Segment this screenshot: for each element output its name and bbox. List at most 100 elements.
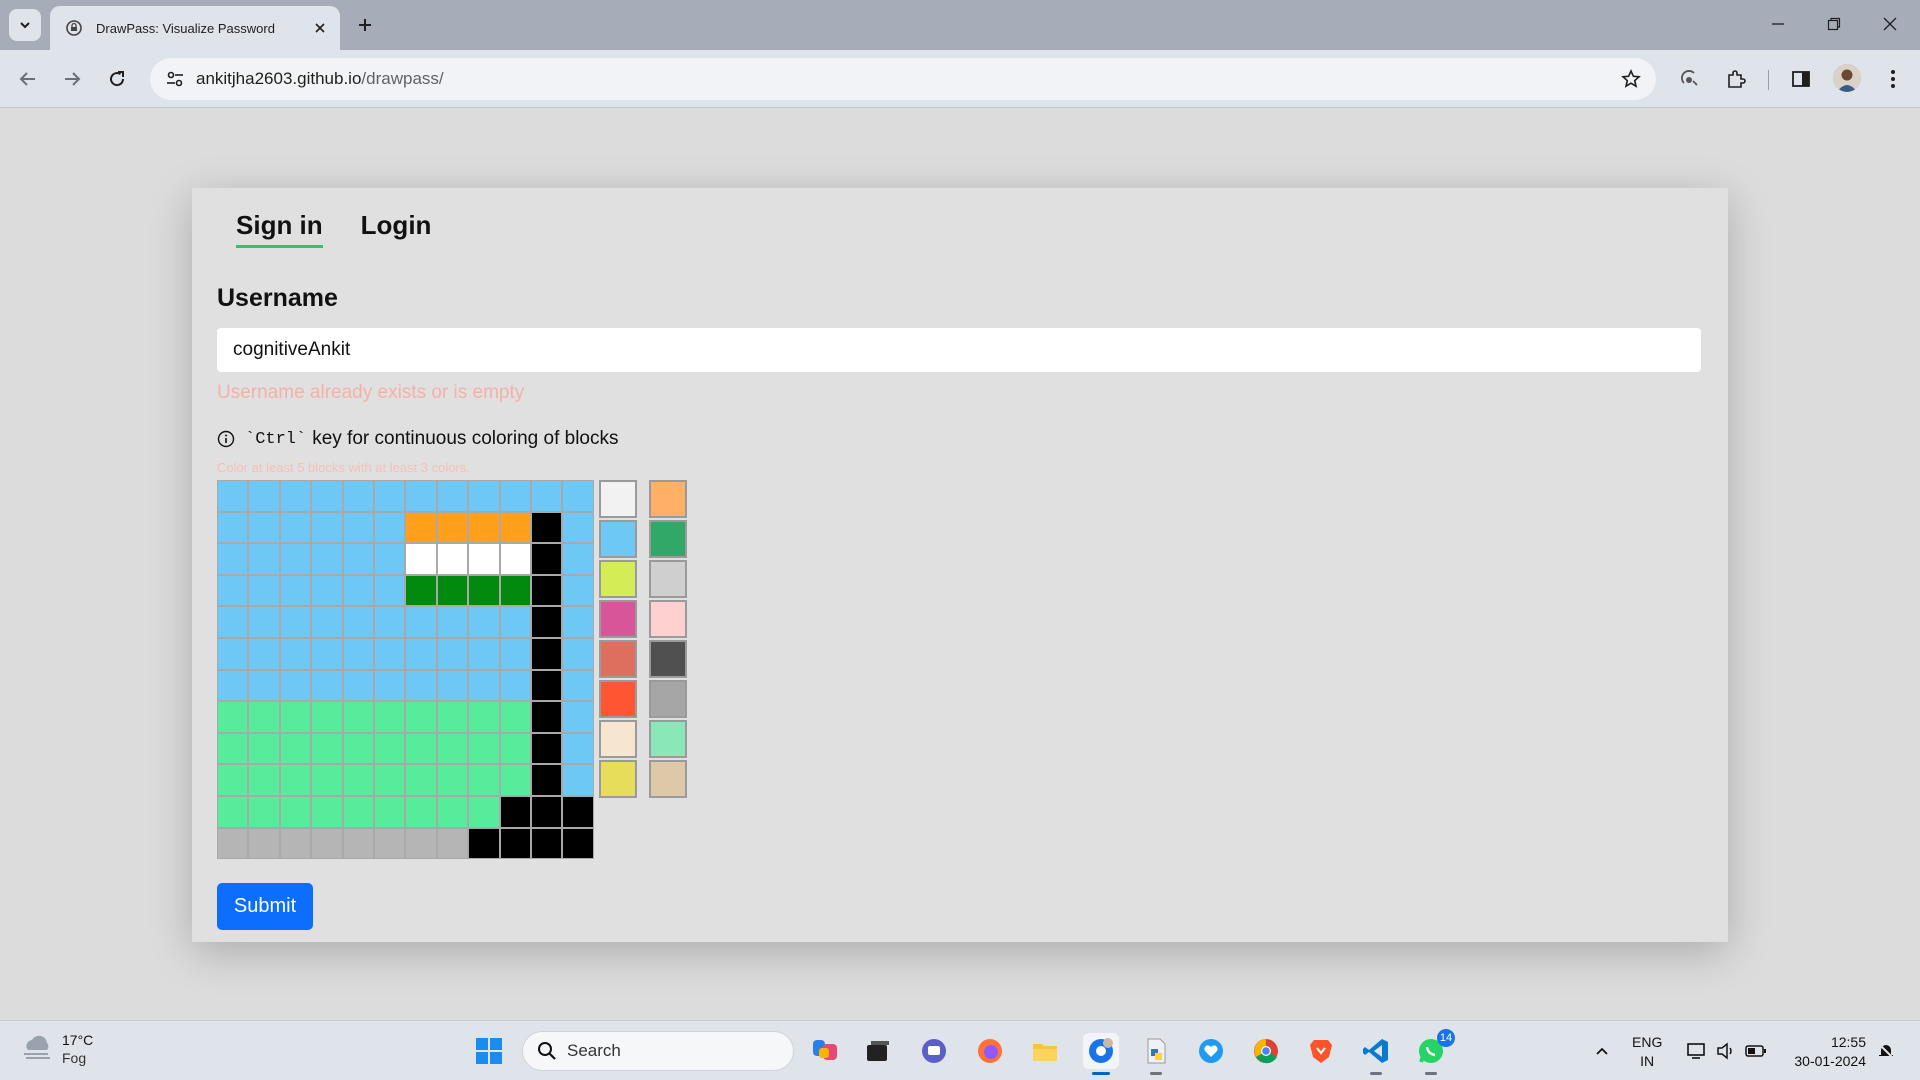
grid-cell[interactable] xyxy=(373,574,406,607)
grid-cell[interactable] xyxy=(373,637,406,670)
grid-cell[interactable] xyxy=(342,606,374,638)
firefox-app[interactable] xyxy=(972,1033,1008,1069)
grid-cell[interactable] xyxy=(562,827,594,860)
grid-cell[interactable] xyxy=(562,669,594,702)
color-swatch[interactable] xyxy=(649,760,687,798)
grid-cell[interactable] xyxy=(530,827,563,860)
grid-cell[interactable] xyxy=(248,669,280,702)
grid-cell[interactable] xyxy=(248,480,280,512)
grid-cell[interactable] xyxy=(436,827,469,860)
grid-cell[interactable] xyxy=(436,701,469,733)
grid-cell[interactable] xyxy=(279,543,312,575)
new-tab-button[interactable] xyxy=(352,12,378,38)
tab-login[interactable]: Login xyxy=(361,210,432,248)
grid-cell[interactable] xyxy=(279,732,312,765)
grid-cell[interactable] xyxy=(279,574,312,607)
color-swatch[interactable] xyxy=(649,680,687,718)
grid-cell[interactable] xyxy=(279,606,312,638)
grid-cell[interactable] xyxy=(499,543,531,575)
grid-cell[interactable] xyxy=(279,795,312,828)
grid-cell[interactable] xyxy=(248,606,280,638)
grid-cell[interactable] xyxy=(311,543,343,575)
grid-cell[interactable] xyxy=(499,669,531,702)
taskbar-search[interactable]: Search xyxy=(522,1031,794,1071)
reload-button[interactable] xyxy=(101,63,133,95)
show-hidden-icons-button[interactable] xyxy=(1590,1039,1614,1063)
grid-cell[interactable] xyxy=(248,732,280,765)
grid-cell[interactable] xyxy=(562,574,594,607)
color-swatch[interactable] xyxy=(599,680,637,718)
grid-cell[interactable] xyxy=(468,701,500,733)
grid-cell[interactable] xyxy=(342,511,374,544)
grid-cell[interactable] xyxy=(311,732,343,765)
grid-cell[interactable] xyxy=(279,701,312,733)
grid-cell[interactable] xyxy=(530,701,563,733)
forward-button[interactable] xyxy=(56,63,88,95)
grid-cell[interactable] xyxy=(342,701,374,733)
grid-cell[interactable] xyxy=(468,827,500,860)
grid-cell[interactable] xyxy=(499,637,531,670)
color-swatch[interactable] xyxy=(599,520,637,558)
bookmark-star-icon[interactable] xyxy=(1620,68,1642,90)
color-swatch[interactable] xyxy=(599,760,637,798)
grid-cell[interactable] xyxy=(342,637,374,670)
grid-cell[interactable] xyxy=(499,764,531,796)
grid-cell[interactable] xyxy=(342,669,374,702)
color-swatch[interactable] xyxy=(649,520,687,558)
side-panel-icon[interactable] xyxy=(1785,63,1817,95)
grid-cell[interactable] xyxy=(436,795,469,828)
submit-button[interactable]: Submit xyxy=(217,883,313,930)
color-swatch[interactable] xyxy=(599,560,637,598)
grid-cell[interactable] xyxy=(373,511,406,544)
grid-cell[interactable] xyxy=(405,637,437,670)
grid-cell[interactable] xyxy=(468,606,500,638)
grid-cell[interactable] xyxy=(217,543,249,575)
grid-cell[interactable] xyxy=(499,480,531,512)
color-swatch[interactable] xyxy=(649,480,687,518)
grid-cell[interactable] xyxy=(405,795,437,828)
grid-cell[interactable] xyxy=(217,606,249,638)
grid-cell[interactable] xyxy=(279,480,312,512)
extension-satellite-icon[interactable] xyxy=(1674,63,1706,95)
grid-cell[interactable] xyxy=(562,480,594,512)
grid-cell[interactable] xyxy=(311,574,343,607)
python-app[interactable] xyxy=(1138,1033,1174,1075)
grid-cell[interactable] xyxy=(217,795,249,828)
grid-cell[interactable] xyxy=(279,669,312,702)
grid-cell[interactable] xyxy=(499,701,531,733)
tab-sign-in[interactable]: Sign in xyxy=(236,210,323,248)
browser-tab[interactable]: DrawPass: Visualize Password xyxy=(50,6,340,50)
grid-cell[interactable] xyxy=(217,764,249,796)
grid-cell[interactable] xyxy=(405,511,437,544)
grid-cell[interactable] xyxy=(342,543,374,575)
grid-cell[interactable] xyxy=(468,732,500,765)
grid-cell[interactable] xyxy=(373,827,406,860)
grid-cell[interactable] xyxy=(311,511,343,544)
grid-cell[interactable] xyxy=(562,511,594,544)
grid-cell[interactable] xyxy=(436,574,469,607)
grid-cell[interactable] xyxy=(562,764,594,796)
grid-cell[interactable] xyxy=(405,606,437,638)
grid-cell[interactable] xyxy=(248,574,280,607)
network-icon[interactable] xyxy=(1685,1039,1709,1063)
grid-cell[interactable] xyxy=(248,701,280,733)
grid-cell[interactable] xyxy=(468,764,500,796)
close-tab-icon[interactable] xyxy=(310,18,330,38)
grid-cell[interactable] xyxy=(468,480,500,512)
color-swatch[interactable] xyxy=(599,600,637,638)
site-settings-icon[interactable] xyxy=(154,58,196,100)
brave-app[interactable] xyxy=(1303,1033,1339,1069)
extensions-puzzle-icon[interactable] xyxy=(1720,63,1752,95)
notifications-icon[interactable] xyxy=(1874,1039,1898,1063)
start-button[interactable] xyxy=(471,1033,507,1069)
grid-cell[interactable] xyxy=(311,480,343,512)
grid-cell[interactable] xyxy=(562,543,594,575)
grid-cell[interactable] xyxy=(217,827,249,860)
color-swatch[interactable] xyxy=(649,720,687,758)
grid-cell[interactable] xyxy=(248,637,280,670)
grid-cell[interactable] xyxy=(405,574,437,607)
grid-cell[interactable] xyxy=(530,543,563,575)
grid-cell[interactable] xyxy=(405,669,437,702)
grid-cell[interactable] xyxy=(499,574,531,607)
chrome-app[interactable] xyxy=(1248,1033,1284,1069)
